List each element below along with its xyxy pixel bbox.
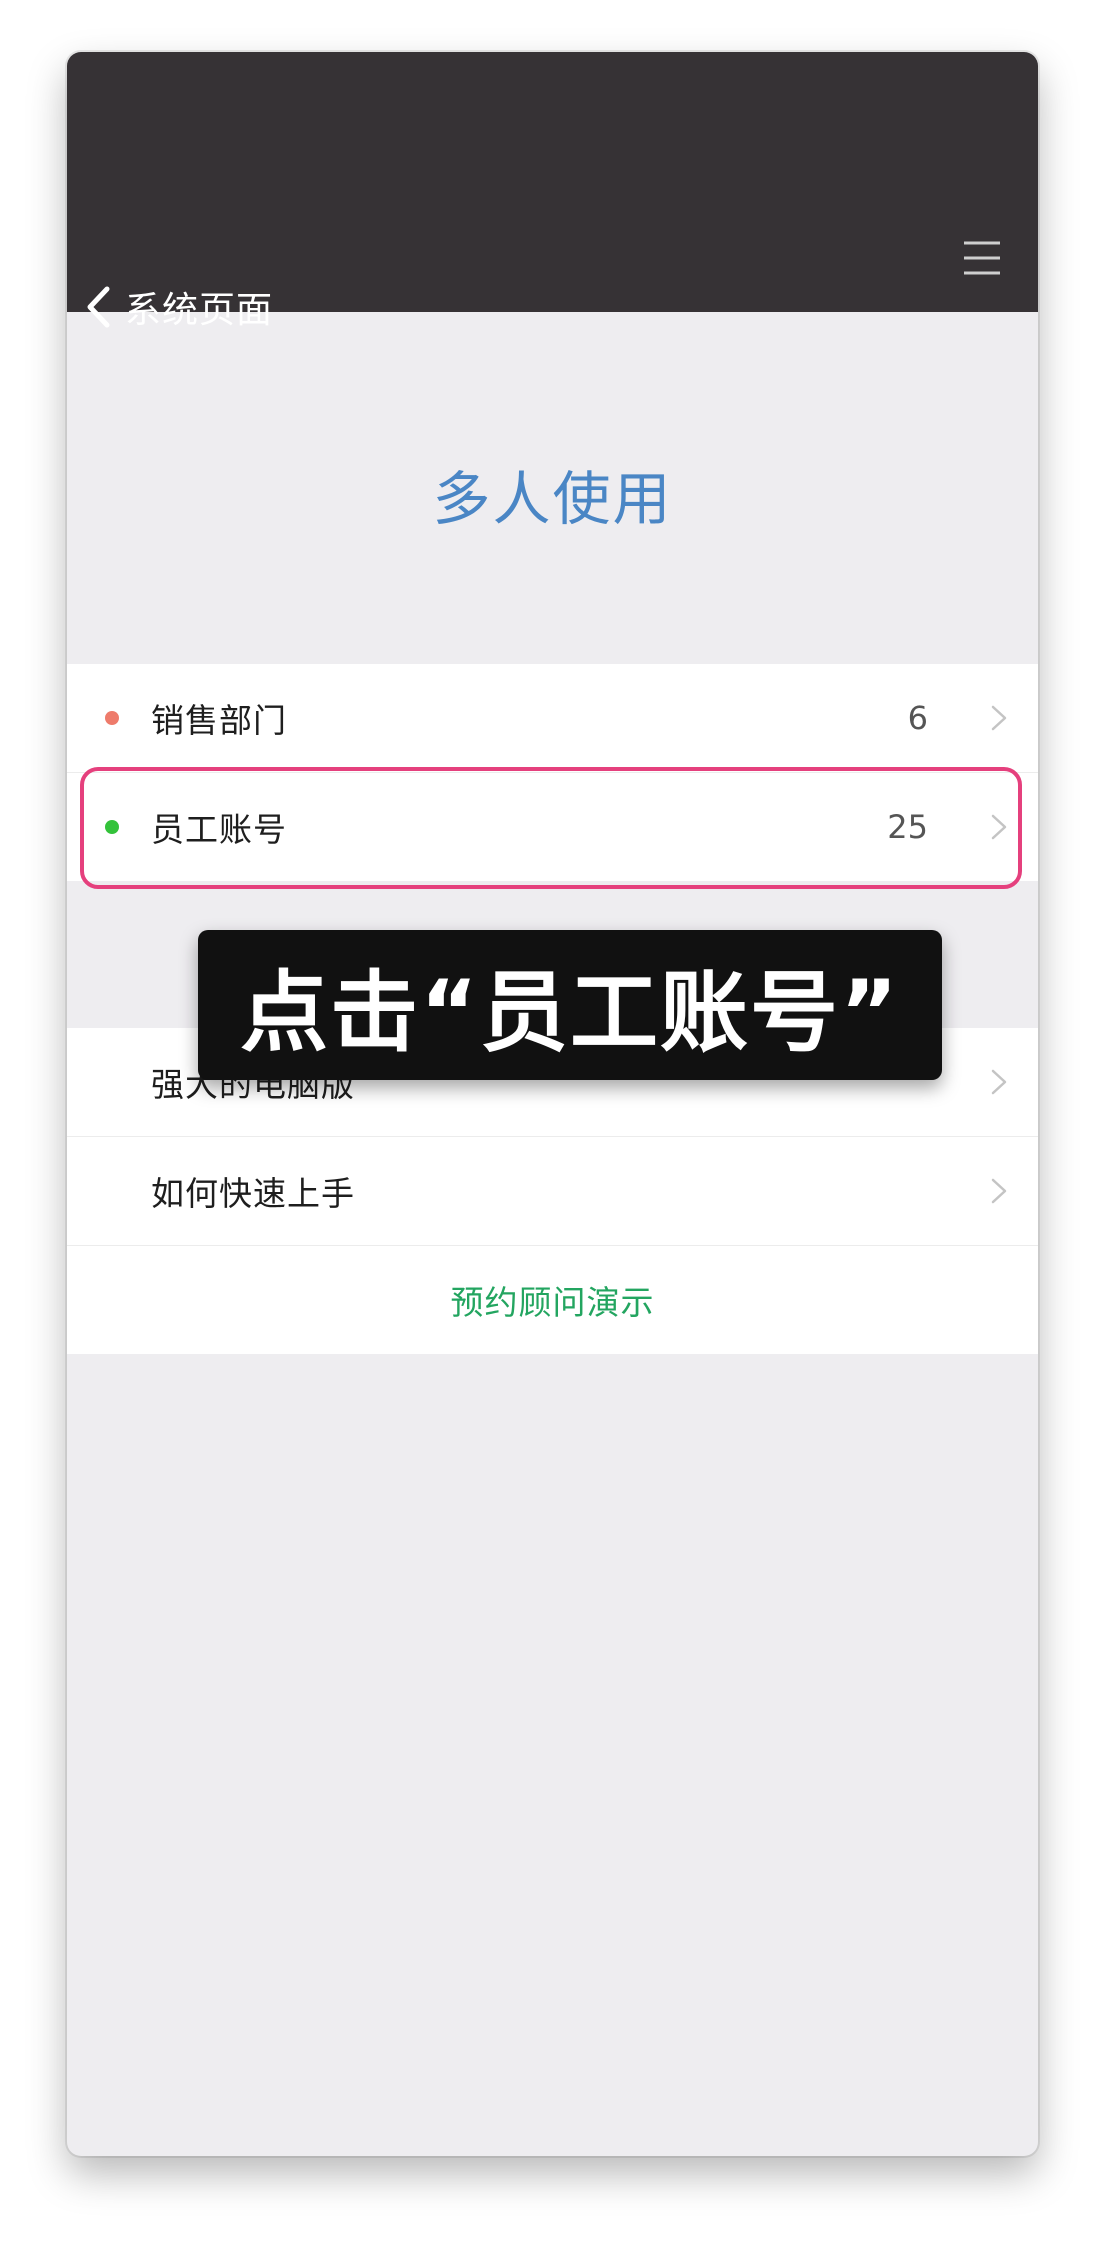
list-item-count: 6 xyxy=(907,699,928,737)
status-dot xyxy=(105,820,119,834)
book-demo-link[interactable]: 预约顾问演示 xyxy=(67,1246,1038,1354)
list-item-sales-department[interactable]: 销售部门 6 xyxy=(67,664,1038,773)
page-title: 多人使用 xyxy=(432,465,673,533)
department-list: 销售部门 6 员工账号 25 xyxy=(67,664,1038,881)
menu-button[interactable] xyxy=(962,238,1002,278)
list-item-quick-start[interactable]: 如何快速上手 xyxy=(67,1137,1038,1246)
list-item-label: 如何快速上手 xyxy=(151,1174,355,1213)
hamburger-menu-icon xyxy=(962,241,1002,282)
list-item-label: 员工账号 xyxy=(151,810,287,849)
phone-screen: 系统页面 多人使用 销售部门 6 员工账号 25 强大的电脑版 如何快速上手 预… xyxy=(67,52,1038,2156)
chevron-right-icon xyxy=(990,813,1008,841)
chevron-right-icon xyxy=(990,704,1008,732)
back-button[interactable]: 系统页面 xyxy=(85,277,273,337)
chevron-left-icon xyxy=(85,285,111,329)
instruction-caption: 点击“员工账号” xyxy=(198,930,942,1080)
list-item-employee-accounts[interactable]: 员工账号 25 xyxy=(67,773,1038,881)
app-bar: 系统页面 xyxy=(67,52,1038,331)
status-dot xyxy=(105,711,119,725)
list-item-count: 25 xyxy=(887,808,928,846)
chevron-right-icon xyxy=(990,1177,1008,1205)
list-item-label: 销售部门 xyxy=(151,701,287,740)
chevron-right-icon xyxy=(990,1068,1008,1096)
book-demo-label: 预约顾问演示 xyxy=(450,1283,655,1322)
back-title: 系统页面 xyxy=(125,290,274,331)
